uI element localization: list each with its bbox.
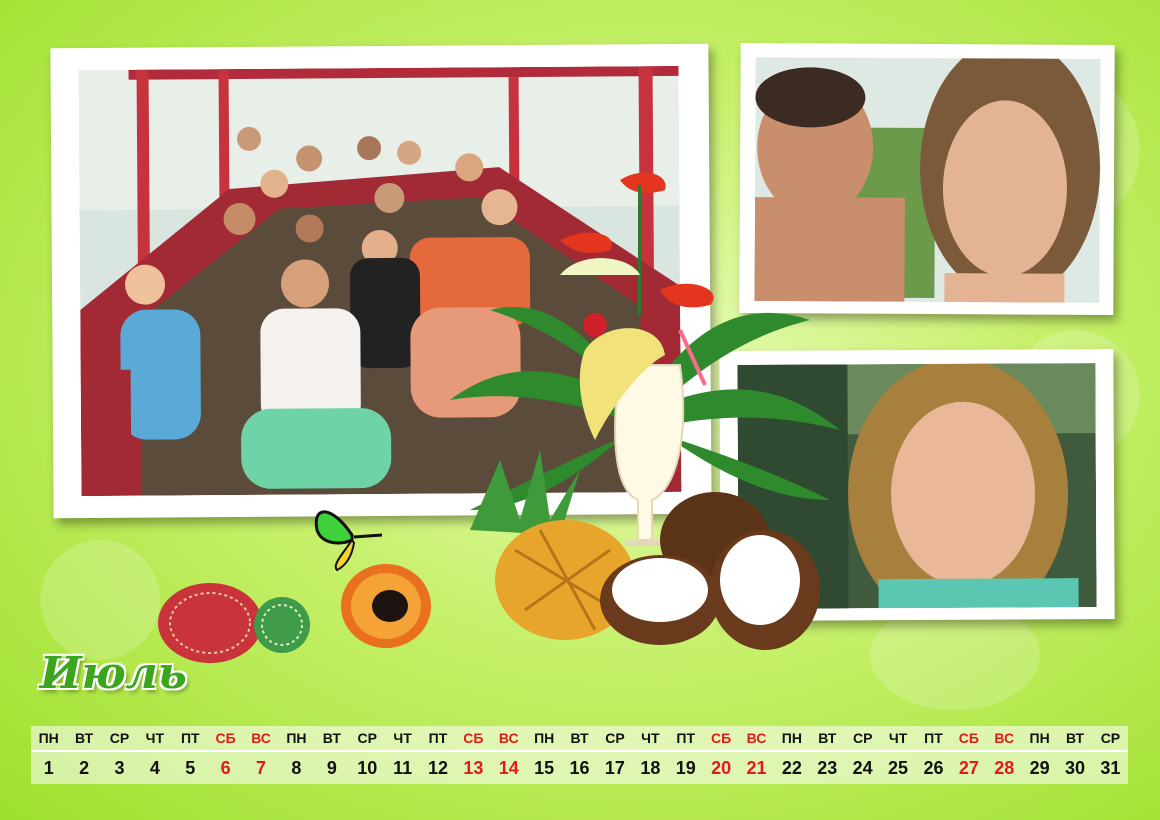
day-number: 20 (711, 758, 732, 778)
weekday-row: ПН ВТ СР ЧТ ПТ СБ ВС ПН ВТ СР ЧТ ПТ СБ ВС ПН ВТ СР ЧТ ПТ СБ… (31, 726, 1128, 750)
day-number: 2 (79, 758, 90, 778)
day-number: 30 (1065, 758, 1086, 778)
weekday-label: ПН (38, 730, 59, 746)
weekday-label: ПН (286, 730, 307, 746)
background-bokeh (40, 540, 160, 660)
weekday-label: СР (1100, 730, 1121, 746)
weekday-label: ВС (746, 730, 767, 746)
calendar-strip: ПН ВТ СР ЧТ ПТ СБ ВС ПН ВТ СР ЧТ ПТ СБ ВС ПН ВТ СР ЧТ ПТ СБ… (31, 726, 1128, 784)
day-number: 21 (746, 758, 767, 778)
day-number: 8 (291, 758, 302, 778)
day-number: 24 (852, 758, 873, 778)
weekday-label: ПТ (180, 730, 200, 746)
weekday-label: СР (357, 730, 377, 746)
weekday-label: ВТ (570, 730, 589, 746)
tropical-cocktail-icon (450, 172, 840, 650)
day-number: 4 (149, 758, 160, 778)
weekday-label: ВТ (818, 730, 837, 746)
weekday-label: СБ (463, 730, 484, 746)
weekday-label: ВС (994, 730, 1015, 746)
weekday-label: СР (605, 730, 625, 746)
day-number: 18 (640, 758, 661, 778)
weekday-label: ВТ (1065, 730, 1085, 746)
day-number: 11 (393, 758, 413, 778)
day-number: 6 (220, 758, 231, 778)
day-number: 17 (604, 758, 625, 778)
day-number: 22 (781, 758, 802, 778)
day-number: 1 (43, 758, 54, 778)
weekday-label: ПН (534, 730, 555, 746)
day-number: 10 (357, 758, 378, 778)
day-number: 15 (534, 758, 555, 778)
butterfly-icon (314, 510, 383, 572)
day-number: 19 (675, 758, 696, 778)
day-number: 27 (958, 758, 979, 778)
month-title: Июль (40, 648, 187, 699)
weekday-label: ЧТ (393, 730, 412, 746)
weekday-label: СР (852, 730, 873, 746)
day-number: 29 (1029, 758, 1050, 778)
day-number: 25 (888, 758, 909, 778)
day-number: 14 (498, 758, 519, 778)
day-number: 13 (463, 758, 484, 778)
weekday-label: СБ (711, 730, 732, 746)
weekday-label: ЧТ (641, 730, 660, 746)
weekday-label: ВТ (75, 730, 94, 746)
weekday-label: ВТ (322, 730, 341, 746)
day-number: 26 (923, 758, 944, 778)
day-number: 12 (427, 758, 448, 778)
anthurium-flower-icon (560, 172, 714, 315)
weekday-label: ЧТ (888, 730, 908, 746)
day-number: 7 (256, 758, 267, 778)
weekday-label: ПТ (924, 730, 943, 746)
weekday-label: ВС (498, 730, 519, 746)
coconut-icon (600, 492, 820, 650)
weekday-label: ПН (1029, 730, 1050, 746)
day-number: 5 (185, 758, 196, 778)
weekday-label: СБ (215, 730, 236, 746)
weekday-label: СБ (958, 730, 979, 746)
weekday-label: ПТ (428, 730, 448, 746)
day-number: 3 (114, 758, 125, 778)
weekday-label: ЧТ (145, 730, 165, 746)
day-number: 31 (1100, 758, 1121, 778)
day-number: 9 (326, 758, 337, 778)
weekday-label: ВС (251, 730, 271, 746)
day-number: 28 (994, 758, 1015, 778)
day-row: 1 2 3 4 5 6 7 8 9 10 11 12 13 14 15 16 17 18 19 20 21 22 23 24 2… (31, 752, 1128, 784)
weekday-label: ПТ (676, 730, 696, 746)
day-number: 23 (817, 758, 838, 778)
weekday-label: СР (109, 730, 130, 746)
weekday-label: ПН (781, 730, 802, 746)
day-number: 16 (569, 758, 590, 778)
